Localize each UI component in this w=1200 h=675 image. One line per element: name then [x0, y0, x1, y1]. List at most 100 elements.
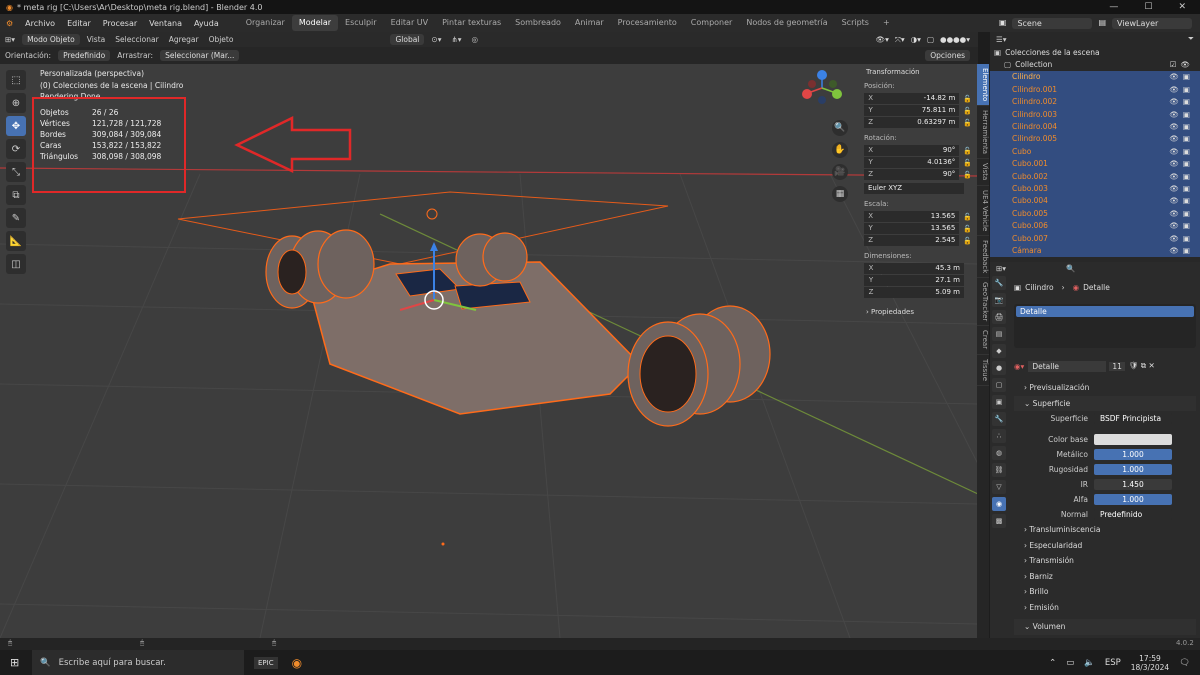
- outliner-item[interactable]: Cubo.001 👁▣: [990, 157, 1200, 170]
- viewlayer-field[interactable]: ViewLayer: [1112, 17, 1192, 29]
- properties-search-icon[interactable]: 🔍: [1066, 264, 1075, 273]
- scale-x-field[interactable]: 13.565: [877, 211, 960, 222]
- pan-hand-icon[interactable]: ✋: [832, 142, 848, 158]
- scale-y-field[interactable]: 13.565: [877, 223, 960, 234]
- rotation-y-field[interactable]: 4.0136°: [877, 157, 960, 168]
- maximize-icon[interactable]: ☐: [1144, 2, 1152, 12]
- collection-props-icon[interactable]: ▢: [992, 378, 1006, 392]
- preview-section[interactable]: › Previsualización: [1014, 380, 1196, 396]
- section-brillo[interactable]: › Brillo: [1014, 584, 1196, 600]
- alpha-field[interactable]: 1.000: [1094, 494, 1172, 505]
- menu-vista[interactable]: Vista: [82, 35, 111, 44]
- outliner-item[interactable]: Cilindro 👁▣: [990, 70, 1200, 84]
- epic-games-icon[interactable]: EPIC: [254, 656, 278, 669]
- scene-field[interactable]: Scene: [1012, 17, 1093, 29]
- blender-menu-icon[interactable]: ⚙: [0, 19, 19, 28]
- camera-icon[interactable]: 🎥: [832, 164, 848, 180]
- outliner-item[interactable]: Cilindro.001 👁▣: [990, 83, 1200, 96]
- tab-ue4-vehicle[interactable]: UE4 Vehicle: [977, 186, 989, 236]
- outliner-item[interactable]: Cubo.007 👁▣: [990, 231, 1200, 245]
- move-icon[interactable]: ✥: [6, 116, 26, 136]
- cursor-icon[interactable]: ⊕: [6, 93, 26, 113]
- menu-ayuda[interactable]: Ayuda: [188, 19, 225, 28]
- material-browse-icon[interactable]: ◉▾: [1014, 362, 1024, 371]
- add-workspace-icon[interactable]: +: [876, 15, 897, 31]
- constraints-props-icon[interactable]: ⛓: [992, 463, 1006, 477]
- tab-procesamiento[interactable]: Procesamiento: [611, 15, 684, 31]
- tray-up-icon[interactable]: ⌃: [1049, 658, 1056, 668]
- physics-props-icon[interactable]: ◍: [992, 446, 1006, 460]
- metallic-field[interactable]: 1.000: [1094, 449, 1172, 460]
- tab-modelar[interactable]: Modelar: [291, 15, 339, 31]
- section-barniz[interactable]: › Barniz: [1014, 569, 1196, 585]
- outliner-item[interactable]: Cubo 👁▣: [990, 145, 1200, 158]
- rotation-mode-dropdown[interactable]: Euler XYZ: [864, 183, 964, 194]
- tab-animar[interactable]: Animar: [568, 15, 611, 31]
- tab-herramienta[interactable]: Herramienta: [977, 106, 989, 160]
- lock-icon[interactable]: 🔓: [963, 237, 972, 245]
- material-props-icon[interactable]: ◉: [992, 497, 1006, 511]
- close-icon[interactable]: ✕: [1178, 2, 1186, 12]
- tab-scripts[interactable]: Scripts: [835, 15, 876, 31]
- scale-icon[interactable]: ⤡: [6, 162, 26, 182]
- view-layer-icon[interactable]: ▤: [992, 327, 1006, 341]
- scale-z-field[interactable]: 2.545: [877, 235, 960, 246]
- surface-shader-field[interactable]: BSDF Principista: [1094, 413, 1172, 424]
- annotate-icon[interactable]: ✎: [6, 208, 26, 228]
- ior-field[interactable]: 1.450: [1094, 479, 1172, 490]
- dimension-x-field[interactable]: 45.3 m: [878, 263, 964, 274]
- gizmo-icon[interactable]: ⤧▾: [895, 35, 905, 45]
- snap-icon[interactable]: ⋔▾: [446, 35, 466, 44]
- tab-feedback[interactable]: Feedback: [977, 236, 989, 279]
- lock-icon[interactable]: 🔓: [963, 225, 972, 233]
- outliner-root[interactable]: ▣ Colecciones de la escena: [990, 46, 1200, 58]
- blender-taskbar-icon[interactable]: ◉: [292, 656, 302, 670]
- menu-objeto[interactable]: Objeto: [204, 35, 239, 44]
- properties-panel-toggle[interactable]: › Propiedades: [866, 308, 972, 316]
- outliner-item[interactable]: Cilindro.004 👁▣: [990, 120, 1200, 133]
- position-z-field[interactable]: 0.63297 m: [877, 117, 960, 128]
- tab-vista[interactable]: Vista: [977, 159, 989, 186]
- viewlayer-icon[interactable]: ▤: [1098, 18, 1106, 29]
- output-props-icon[interactable]: 🖨: [992, 310, 1006, 324]
- menu-agregar[interactable]: Agregar: [164, 35, 204, 44]
- clock[interactable]: 17:59 18/3/2024: [1131, 654, 1169, 672]
- section-emision[interactable]: › Emisión: [1014, 600, 1196, 616]
- rotate-icon[interactable]: ⟳: [6, 139, 26, 159]
- tab-nodos-geometria[interactable]: Nodos de geometría: [739, 15, 834, 31]
- render-props-icon[interactable]: 📷: [992, 293, 1006, 307]
- dimension-y-field[interactable]: 27.1 m: [878, 275, 964, 286]
- modifier-props-icon[interactable]: 🔧: [992, 412, 1006, 426]
- section-transmision[interactable]: › Transmisión: [1014, 553, 1196, 569]
- lock-icon[interactable]: 🔓: [963, 147, 972, 155]
- notifications-icon[interactable]: 🗨: [1179, 658, 1190, 668]
- menu-editar[interactable]: Editar: [61, 19, 97, 28]
- options-dropdown[interactable]: Opciones: [925, 50, 970, 61]
- position-y-field[interactable]: 75.811 m: [877, 105, 960, 116]
- material-slot[interactable]: Detalle: [1016, 306, 1194, 317]
- editor-type-icon[interactable]: ⊞▾: [0, 35, 20, 44]
- language-indicator[interactable]: ESP: [1105, 658, 1121, 668]
- transform-orientation-dropdown[interactable]: Global: [390, 34, 425, 45]
- shading-solid-icon[interactable]: ●●●●▾: [940, 35, 970, 45]
- taskbar-search[interactable]: 🔍 Escribe aquí para buscar.: [32, 650, 244, 675]
- visibility-icon[interactable]: 👁▾: [876, 35, 889, 45]
- material-name-field[interactable]: Detalle: [1028, 360, 1107, 372]
- scene-icon[interactable]: ▣: [999, 18, 1007, 29]
- filter-icon[interactable]: ⏷: [1188, 34, 1194, 44]
- tab-tissue[interactable]: Tissue: [977, 355, 989, 386]
- transform-panel-title[interactable]: Transformación: [866, 68, 972, 76]
- outliner-item[interactable]: Cilindro.002 👁▣: [990, 95, 1200, 108]
- dimension-z-field[interactable]: 5.09 m: [878, 287, 964, 298]
- tab-esculpir[interactable]: Esculpir: [338, 15, 384, 31]
- menu-ventana[interactable]: Ventana: [143, 19, 188, 28]
- tab-editar-uv[interactable]: Editar UV: [384, 15, 436, 31]
- mode-dropdown[interactable]: Modo Objeto: [22, 34, 80, 45]
- section-transluminiscencia[interactable]: › Transluminiscencia: [1014, 522, 1196, 538]
- rotation-z-field[interactable]: 90°: [877, 169, 960, 180]
- material-users[interactable]: 11: [1109, 361, 1125, 371]
- fake-user-icon[interactable]: 🛡 ⧉ ✕: [1129, 361, 1155, 371]
- add-cube-icon[interactable]: ◫: [6, 254, 26, 274]
- surface-section[interactable]: ⌄ Superficie: [1014, 395, 1196, 411]
- minimize-icon[interactable]: —: [1109, 2, 1118, 12]
